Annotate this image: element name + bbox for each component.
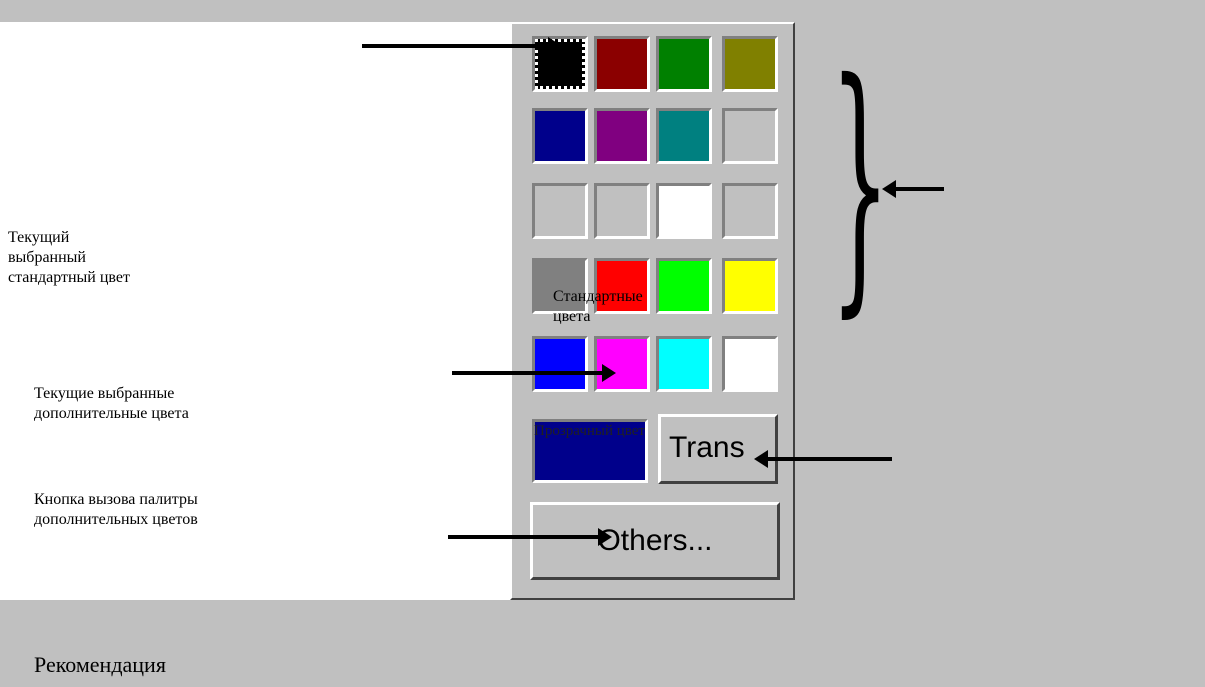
color-swatch-r3-c1[interactable] bbox=[532, 183, 588, 239]
current-extra-line-1: Текущие выбранные bbox=[34, 385, 175, 402]
color-swatch-r4-c4[interactable] bbox=[722, 258, 778, 314]
color-swatch-r1-c2[interactable] bbox=[594, 36, 650, 92]
standard-colors-label: Стандартные цвета bbox=[553, 288, 643, 325]
color-swatch-r2-c4[interactable] bbox=[722, 108, 778, 164]
current-standard-line-1: Текущий bbox=[8, 229, 70, 246]
color-swatch-r3-c3[interactable] bbox=[656, 183, 712, 239]
trans-button[interactable]: Trans bbox=[658, 414, 778, 484]
current-standard-label: Текущий выбранный стандартный цвет bbox=[8, 228, 130, 288]
color-swatch-r2-c3[interactable] bbox=[656, 108, 712, 164]
arrow-to-current-standard bbox=[362, 44, 548, 48]
footer-text: Рекомендация bbox=[34, 652, 166, 677]
others-hint-line-2: дополнительных цветов bbox=[34, 511, 198, 528]
arrow-head-right-icon bbox=[548, 37, 562, 55]
arrow-head-right-icon bbox=[598, 528, 612, 546]
arrow-head-right-icon bbox=[602, 364, 616, 382]
standard-colors-brace-icon: } bbox=[830, 25, 891, 340]
color-swatch-r5-c3[interactable] bbox=[656, 336, 712, 392]
current-standard-line-3: стандартный цвет bbox=[8, 269, 130, 286]
color-swatch-r5-c1[interactable] bbox=[532, 336, 588, 392]
arrow-to-current-extra bbox=[452, 371, 602, 375]
color-swatch-r5-c4[interactable] bbox=[722, 336, 778, 392]
arrow-to-transparent bbox=[768, 457, 892, 461]
color-swatch-r1-c3[interactable] bbox=[656, 36, 712, 92]
arrow-to-others-button bbox=[448, 535, 598, 539]
others-button-label: Others... bbox=[597, 524, 713, 557]
trans-button-label: Trans bbox=[669, 431, 745, 464]
current-extra-line-2: дополнительные цвета bbox=[34, 405, 189, 422]
others-hint-label: Кнопка вызова палитры дополнительных цве… bbox=[34, 490, 198, 530]
others-button[interactable]: Others... bbox=[530, 502, 780, 580]
arrow-to-standard-group bbox=[896, 187, 944, 191]
arrow-head-left-icon bbox=[754, 450, 768, 468]
transparent-color-label: Прозрачный цвет bbox=[534, 423, 645, 439]
current-extra-label: Текущие выбранные дополнительные цвета bbox=[34, 384, 189, 424]
others-hint-line-1: Кнопка вызова палитры bbox=[34, 491, 198, 508]
color-swatch-r2-c2[interactable] bbox=[594, 108, 650, 164]
color-swatch-r3-c4[interactable] bbox=[722, 183, 778, 239]
color-swatch-r2-c1[interactable] bbox=[532, 108, 588, 164]
color-swatch-r1-c4[interactable] bbox=[722, 36, 778, 92]
current-standard-line-2: выбранный bbox=[8, 249, 86, 266]
background-bottom bbox=[0, 600, 1205, 687]
color-swatch-r3-c2[interactable] bbox=[594, 183, 650, 239]
